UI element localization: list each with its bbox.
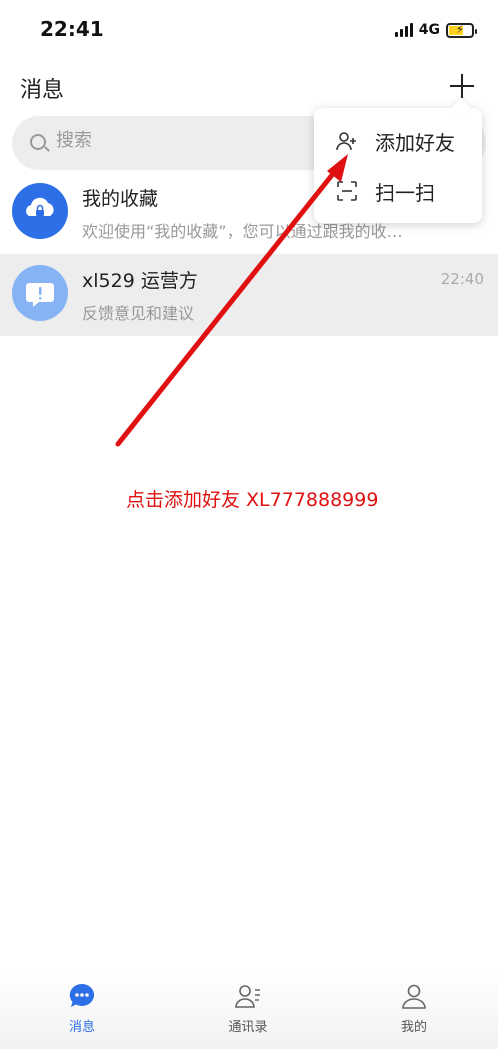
- avatar: [12, 265, 68, 321]
- tab-label: 通讯录: [228, 1020, 268, 1035]
- tab-messages[interactable]: 消息: [32, 978, 132, 1038]
- search-input[interactable]: [56, 130, 316, 151]
- chat-icon: [69, 983, 95, 1007]
- add-friend-icon: [336, 132, 356, 151]
- menu-item-label: 扫一扫: [375, 181, 435, 205]
- tab-label: 消息: [68, 1020, 95, 1035]
- tab-label: 我的: [400, 1020, 427, 1035]
- popup-arrow: [451, 98, 471, 118]
- signal-icon: [394, 23, 413, 37]
- status-bar: 22:41 4G ⚡: [0, 0, 498, 60]
- menu-item-label: 添加好友: [375, 131, 455, 155]
- annotation-text: 点击添加好友 XL777888999: [126, 489, 379, 511]
- tab-bar: 消息 通讯录 我的: [0, 968, 498, 1049]
- tab-contacts[interactable]: 通讯录: [198, 978, 298, 1038]
- page-title: 消息: [20, 78, 65, 103]
- conversation-time: 22:40: [440, 270, 484, 288]
- conversation-title: xl529 运营方: [82, 270, 198, 292]
- feedback-icon: [26, 283, 54, 307]
- search-icon: [30, 134, 46, 150]
- status-time: 22:41: [40, 17, 104, 41]
- scan-icon: [337, 181, 357, 201]
- status-icons: 4G ⚡: [394, 20, 477, 40]
- menu-item-scan[interactable]: 扫一扫: [314, 166, 482, 216]
- network-type: 4G: [418, 22, 440, 38]
- list-item[interactable]: xl529 运营方 反馈意见和建议 22:40: [0, 254, 498, 336]
- conversation-title: 我的收藏: [82, 188, 159, 210]
- battery-icon: ⚡: [446, 22, 477, 38]
- contacts-icon: [235, 985, 260, 1008]
- add-button[interactable]: [448, 72, 476, 100]
- conversation-preview: 反馈意见和建议: [82, 304, 195, 323]
- cloud-lock-icon: [26, 197, 54, 216]
- tab-profile[interactable]: 我的: [364, 978, 464, 1038]
- menu-item-add-friend[interactable]: 添加好友: [314, 116, 482, 166]
- profile-icon: [402, 984, 426, 1009]
- popup-menu: 添加好友 扫一扫: [314, 98, 482, 223]
- avatar: [12, 183, 68, 239]
